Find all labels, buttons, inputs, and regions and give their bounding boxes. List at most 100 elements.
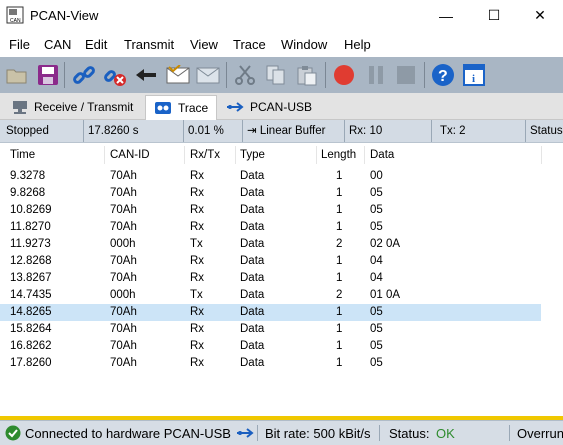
maximize-button[interactable]: ☐ [471,0,517,31]
cell-rx-tx: Rx [190,187,205,199]
copy-icon[interactable] [264,63,288,87]
bottom-separator [257,425,258,441]
cell-length: 2 [336,289,343,301]
cell-can-id: 70Ah [110,170,137,182]
column-divider [235,146,236,164]
disconnect-icon[interactable] [103,63,127,87]
menu-help[interactable]: Help [344,37,371,52]
cell-type: Data [240,255,265,267]
save-icon[interactable] [36,63,60,87]
tab-label: Receive / Transmit [34,100,134,114]
column-divider [316,146,317,164]
column-header-type[interactable]: Type [240,149,265,161]
minimize-button[interactable]: — [423,0,469,31]
reset-icon[interactable] [134,63,158,87]
svg-text:CAN: CAN [10,18,21,24]
menu-view[interactable]: View [190,37,218,52]
tab-receive-transmit[interactable]: Receive / Transmit [4,95,141,119]
table-row[interactable]: 10.8269 70Ah Rx Data 1 05 [0,202,541,219]
column-divider [104,146,105,164]
table-row[interactable]: 13.8267 70Ah Rx Data 1 04 [0,270,541,287]
column-header-time[interactable]: Time [10,149,35,161]
cell-can-id: 70Ah [110,340,137,352]
cell-can-id: 000h [110,289,136,301]
menu-edit[interactable]: Edit [85,37,107,52]
cell-type: Data [240,340,265,352]
menu-transmit[interactable]: Transmit [124,37,174,52]
cell-time: 9.8268 [10,187,46,199]
cell-data: 02 0A [370,238,401,250]
cell-can-id: 70Ah [110,204,137,216]
cell-time: 9.3278 [10,170,46,182]
cell-time: 14.7435 [10,289,52,301]
cell-can-id: 70Ah [110,306,137,318]
tab-trace[interactable]: Trace [145,95,218,121]
table-row[interactable]: 9.3278 70Ah Rx Data 1 00 [0,168,541,185]
pcan-app-icon: CAN [6,6,24,24]
buffer-arrow-icon: ⇥ [247,125,257,137]
cell-rx-tx: Rx [190,323,205,335]
table-row[interactable]: 11.8270 70Ah Rx Data 1 05 [0,219,541,236]
cell-type: Data [240,204,265,216]
column-divider [184,146,185,164]
cell-data: 05 [370,204,383,216]
buffer-fill: 0.01 % [184,120,243,142]
menu-trace[interactable]: Trace [233,37,266,52]
paste-icon[interactable] [295,63,319,87]
column-header-rx-tx[interactable]: Rx/Tx [190,149,220,161]
usb-icon [227,102,244,112]
cell-type: Data [240,221,265,233]
cell-rx-tx: Tx [190,289,203,301]
toolbar: ? i [0,57,563,94]
usb-icon [237,428,254,438]
column-header-data[interactable]: Data [370,149,394,161]
cell-data: 05 [370,323,383,335]
cell-type: Data [240,306,265,318]
cell-length: 1 [336,357,343,369]
menu-can[interactable]: CAN [44,37,71,52]
bus-status-label: Status: [389,426,430,441]
table-row[interactable]: 12.8268 70Ah Rx Data 1 04 [0,253,541,270]
column-header-can-id[interactable]: CAN-ID [110,149,150,161]
table-row[interactable]: 9.8268 70Ah Rx Data 1 05 [0,185,541,202]
connected-check-icon [5,425,21,441]
close-button[interactable]: ✕ [517,0,563,31]
cell-type: Data [240,357,265,369]
connection-status: Connected to hardware PCAN-USB [25,426,231,441]
cell-type: Data [240,170,265,182]
bottom-status-bar: Connected to hardware PCAN-USB Bit rate:… [0,420,563,445]
open-folder-icon[interactable] [5,63,29,87]
pause-icon[interactable] [364,63,388,87]
new-message-icon[interactable] [166,63,190,87]
cell-rx-tx: Rx [190,306,205,318]
cell-data: 05 [370,357,383,369]
tab-label: Trace [178,101,209,115]
help-icon[interactable]: ? [431,63,455,87]
window-info-icon[interactable]: i [462,63,486,87]
table-row[interactable]: 14.8265 70Ah Rx Data 1 05 [0,304,541,321]
cut-icon[interactable] [233,63,257,87]
record-icon[interactable] [332,63,356,87]
cell-length: 1 [336,221,343,233]
table-row[interactable]: 11.9273 000h Tx Data 2 02 0A [0,236,541,253]
cell-data: 05 [370,221,383,233]
rx-count: Rx: 10 [345,120,432,142]
table-row[interactable]: 16.8262 70Ah Rx Data 1 05 [0,338,541,355]
cell-time: 12.8268 [10,255,52,267]
table-row[interactable]: 15.8264 70Ah Rx Data 1 05 [0,321,541,338]
table-row[interactable]: 14.7435 000h Tx Data 2 01 0A [0,287,541,304]
connect-icon[interactable] [72,63,96,87]
trace-state: Stopped [2,120,84,142]
menu-window[interactable]: Window [281,37,327,52]
edit-message-icon[interactable] [196,63,220,87]
cell-rx-tx: Rx [190,221,205,233]
toolbar-separator [64,62,65,88]
menu-file[interactable]: File [9,37,30,52]
cell-can-id: 000h [110,238,136,250]
column-header-length[interactable]: Length [321,149,356,161]
table-row[interactable]: 17.8260 70Ah Rx Data 1 05 [0,355,541,372]
cell-rx-tx: Rx [190,357,205,369]
tab-pcan-usb[interactable]: PCAN-USB [218,95,320,119]
toolbar-separator [325,62,326,88]
stop-icon[interactable] [394,63,418,87]
